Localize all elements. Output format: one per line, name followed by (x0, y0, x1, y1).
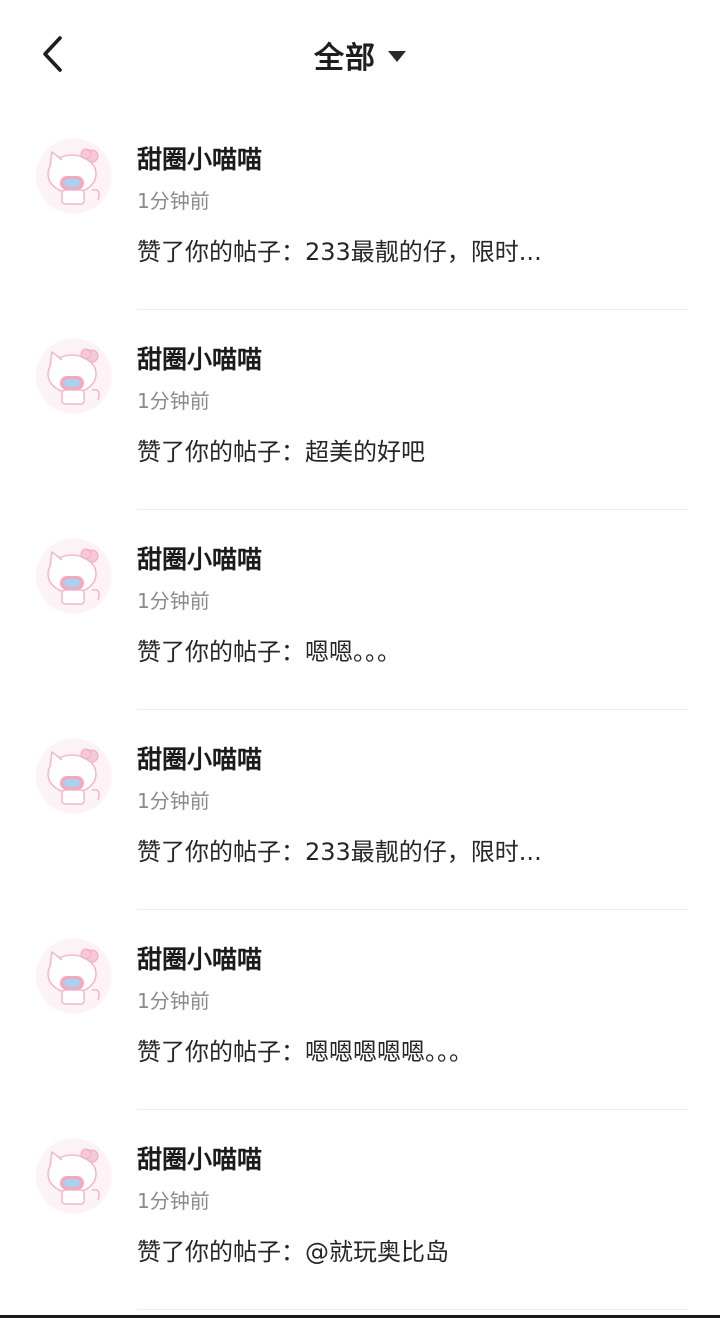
avatar[interactable] (36, 538, 112, 614)
caret-down-icon (388, 50, 406, 62)
username[interactable]: 甜圈小喵喵 (137, 940, 262, 976)
notification-item[interactable]: 甜圈小喵喵 1分钟前 赞了你的帖子：嗯嗯。。。 (0, 510, 720, 710)
notification-text: 赞了你的帖子：@就玩奥比岛 (137, 1238, 449, 1266)
notification-item[interactable]: 甜圈小喵喵 1分钟前 赞了你的帖子：@就玩奥比岛 (0, 1110, 720, 1310)
avatar[interactable] (36, 338, 112, 414)
notification-item[interactable]: 甜圈小喵喵 1分钟前 赞了你的帖子：超美的好吧 (0, 310, 720, 510)
divider (137, 1309, 688, 1310)
cat-avatar-icon (36, 1138, 112, 1214)
page-title: 全部 (314, 41, 376, 76)
timestamp: 1分钟前 (137, 789, 210, 813)
notification-item[interactable]: 甜圈小喵喵 1分钟前 赞了你的帖子：233最靓的仔，限时... (0, 110, 720, 310)
header: 全部 (0, 0, 720, 110)
cat-avatar-icon (36, 538, 112, 614)
notification-list: 甜圈小喵喵 1分钟前 赞了你的帖子：233最靓的仔，限时... 甜圈小喵喵 1分… (0, 110, 720, 1310)
notification-text: 赞了你的帖子：超美的好吧 (137, 438, 425, 466)
username[interactable]: 甜圈小喵喵 (137, 540, 262, 576)
cat-avatar-icon (36, 338, 112, 414)
username[interactable]: 甜圈小喵喵 (137, 340, 262, 376)
username[interactable]: 甜圈小喵喵 (137, 1140, 262, 1176)
timestamp: 1分钟前 (137, 389, 210, 413)
notification-text: 赞了你的帖子：233最靓的仔，限时... (137, 238, 542, 266)
username[interactable]: 甜圈小喵喵 (137, 740, 262, 776)
avatar[interactable] (36, 1138, 112, 1214)
avatar[interactable] (36, 938, 112, 1014)
timestamp: 1分钟前 (137, 989, 210, 1013)
notification-text: 赞了你的帖子：嗯嗯嗯嗯嗯。。。 (137, 1038, 473, 1066)
cat-avatar-icon (36, 738, 112, 814)
avatar[interactable] (36, 138, 112, 214)
timestamp: 1分钟前 (137, 1189, 210, 1213)
notification-text: 赞了你的帖子：嗯嗯。。。 (137, 638, 401, 666)
filter-dropdown[interactable]: 全部 (0, 30, 720, 80)
notification-text: 赞了你的帖子：233最靓的仔，限时... (137, 838, 542, 866)
timestamp: 1分钟前 (137, 589, 210, 613)
cat-avatar-icon (36, 138, 112, 214)
cat-avatar-icon (36, 938, 112, 1014)
notification-item[interactable]: 甜圈小喵喵 1分钟前 赞了你的帖子：嗯嗯嗯嗯嗯。。。 (0, 910, 720, 1110)
avatar[interactable] (36, 738, 112, 814)
timestamp: 1分钟前 (137, 189, 210, 213)
username[interactable]: 甜圈小喵喵 (137, 140, 262, 176)
notification-item[interactable]: 甜圈小喵喵 1分钟前 赞了你的帖子：233最靓的仔，限时... (0, 710, 720, 910)
